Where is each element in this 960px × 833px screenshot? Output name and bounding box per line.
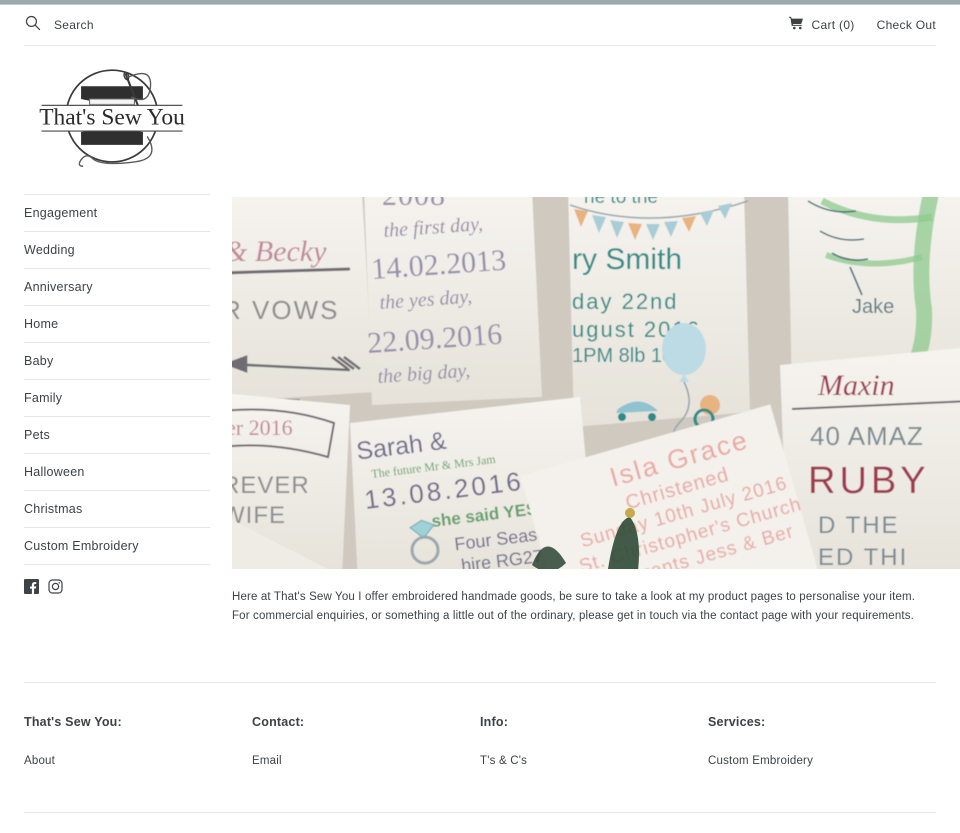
footer-link-email[interactable]: Email xyxy=(252,755,480,767)
header-actions: Cart (0) Check Out xyxy=(788,16,936,35)
site-logo[interactable]: That's Sew You xyxy=(24,46,936,184)
footer-title-thats-sew-you: That's Sew You: xyxy=(24,714,122,729)
sidebar-item-pets[interactable]: Pets xyxy=(24,417,210,454)
svg-text:ne to the: ne to the xyxy=(584,197,658,208)
footer-link-custom-embroidery[interactable]: Custom Embroidery xyxy=(708,755,936,767)
svg-text:ry Smith: ry Smith xyxy=(572,243,682,276)
footer-column-info: Info: T's & C's xyxy=(480,715,708,767)
logo-graphic: That's Sew You xyxy=(32,56,192,174)
sidebar-item-engagement[interactable]: Engagement xyxy=(24,194,210,232)
footer-title-services: Services: xyxy=(708,714,766,729)
cart-button[interactable]: Cart (0) xyxy=(788,16,855,35)
sidebar-item-anniversary[interactable]: Anniversary xyxy=(24,269,210,306)
embroidered-products-photo: & Becky R VOWS KNOT xyxy=(232,197,960,569)
svg-text:REVER: REVER xyxy=(232,472,310,499)
svg-text:Jake: Jake xyxy=(852,296,894,318)
social-links xyxy=(24,565,210,594)
footer-link-about[interactable]: About xyxy=(24,755,252,767)
instagram-icon[interactable] xyxy=(48,579,63,594)
svg-text:& Becky: & Becky xyxy=(232,235,327,268)
sidebar-item-wedding[interactable]: Wedding xyxy=(24,232,210,269)
sidebar-item-halloween[interactable]: Halloween xyxy=(24,454,210,491)
page-root: Search Cart (0) Check Out That's Sew You… xyxy=(0,5,960,833)
search-icon[interactable] xyxy=(24,14,41,36)
sidebar-item-home[interactable]: Home xyxy=(24,306,210,343)
footer-title-info: Info: xyxy=(480,714,509,729)
svg-text:RUBY: RUBY xyxy=(808,460,930,502)
svg-text:40 AMAZ: 40 AMAZ xyxy=(810,421,924,451)
footer-title-contact: Contact: xyxy=(252,714,305,729)
footer-column-services: Services: Custom Embroidery xyxy=(708,715,936,767)
footer-column-about: That's Sew You: About xyxy=(24,715,252,767)
footer-link-terms[interactable]: T's & C's xyxy=(480,755,708,767)
checkout-button[interactable]: Check Out xyxy=(877,18,936,32)
shopping-cart-icon xyxy=(788,16,804,35)
sidebar-item-christmas[interactable]: Christmas xyxy=(24,491,210,528)
svg-text:day 22nd: day 22nd xyxy=(572,289,679,314)
sidebar-item-family[interactable]: Family xyxy=(24,380,210,417)
site-footer: That's Sew You: About Contact: Email Inf… xyxy=(24,681,936,767)
facebook-icon[interactable] xyxy=(24,579,39,594)
utility-header: Search Cart (0) Check Out xyxy=(24,5,936,46)
cart-label: Cart (0) xyxy=(811,18,855,32)
svg-text:ED THI: ED THI xyxy=(818,544,908,569)
svg-text:Maxin: Maxin xyxy=(817,369,895,402)
body-columns: Engagement Wedding Anniversary Home Baby… xyxy=(24,184,960,638)
footer-column-contact: Contact: Email xyxy=(252,715,480,767)
main-content: & Becky R VOWS KNOT xyxy=(232,184,960,638)
sidebar-item-baby[interactable]: Baby xyxy=(24,343,210,380)
hero-image: & Becky R VOWS KNOT xyxy=(232,197,960,569)
sewing-spool-logo-icon: That's Sew You xyxy=(39,69,185,167)
search-input[interactable]: Search xyxy=(54,18,94,32)
footer-bottom-bar: Copyright © 2018, That's Sew You. Powere… xyxy=(24,811,936,833)
search-group[interactable]: Search xyxy=(24,14,94,36)
svg-text:D THE: D THE xyxy=(818,512,900,539)
svg-text:2008: 2008 xyxy=(382,197,446,212)
intro-paragraph: Here at That's Sew You I offer embroider… xyxy=(232,591,916,622)
category-sidebar: Engagement Wedding Anniversary Home Baby… xyxy=(24,184,210,594)
sidebar-item-custom-embroidery[interactable]: Custom Embroidery xyxy=(24,528,210,565)
logo-wordmark: That's Sew You xyxy=(39,105,185,131)
svg-text:er 2016: er 2016 xyxy=(232,415,293,440)
svg-text:R VOWS: R VOWS xyxy=(232,295,339,325)
